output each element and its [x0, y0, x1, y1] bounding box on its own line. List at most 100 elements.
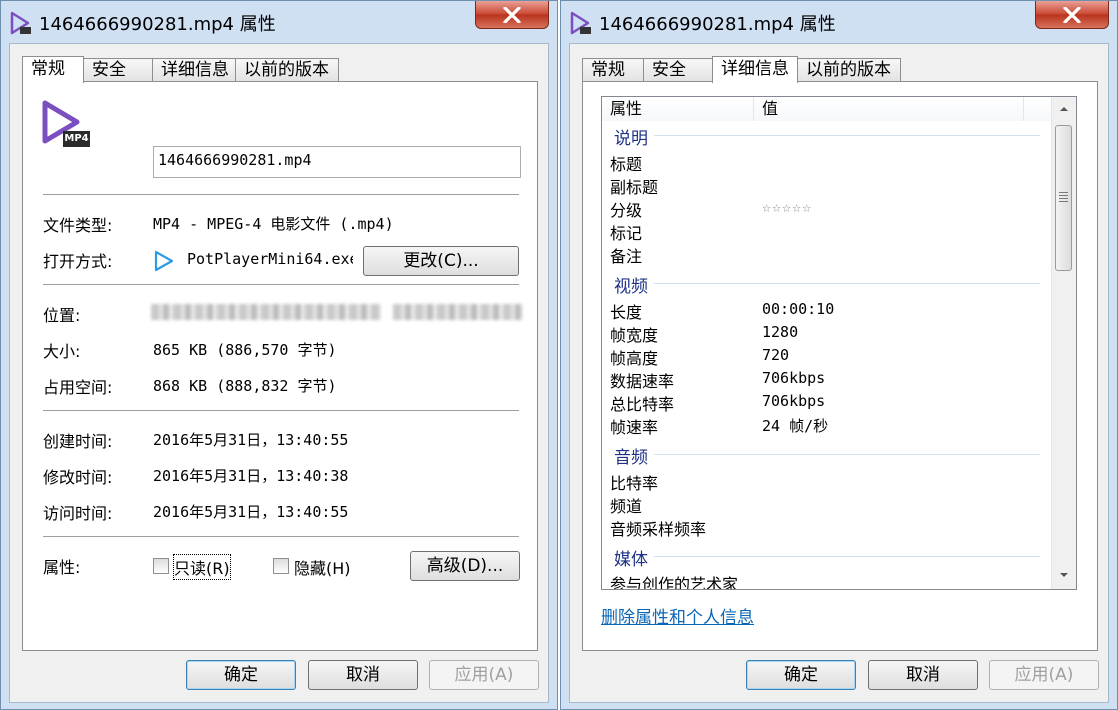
size-value: 865 KB (886,570 字节)	[153, 341, 337, 359]
opens-with-app: PotPlayerMini64.exe	[187, 249, 353, 268]
property-value: 706kbps	[762, 392, 826, 410]
file-type-label: 文件类型:	[43, 216, 113, 235]
ok-button[interactable]: 确定	[746, 660, 856, 690]
opens-with-label: 打开方式:	[43, 252, 113, 271]
hidden-label[interactable]: 隐藏(H)	[294, 555, 351, 579]
location-value-redacted	[151, 304, 381, 320]
tab-details[interactable]: 详细信息	[712, 56, 798, 83]
property-name: 分级	[610, 201, 643, 220]
size-on-disk-label: 占用空间:	[43, 378, 113, 397]
file-name-input[interactable]: 1464666990281.mp4	[153, 146, 521, 178]
created-value: 2016年5月31日，13:40:55	[153, 431, 349, 449]
tab-security[interactable]: 安全	[83, 58, 153, 82]
group-divider	[654, 283, 1040, 284]
group-divider	[654, 454, 1040, 455]
properties-dialog-details: 1464666990281.mp4 属性 常规 安全 详细信息 以前的版本 属性…	[560, 0, 1118, 710]
size-label: 大小:	[43, 342, 81, 361]
title-bar[interactable]: 1464666990281.mp4 属性	[561, 1, 1117, 41]
video-file-icon	[10, 11, 31, 35]
close-button[interactable]	[1035, 1, 1109, 29]
property-name: 比特率	[610, 474, 659, 493]
column-header-value[interactable]: 值	[754, 97, 1024, 121]
video-file-icon	[570, 11, 591, 35]
details-tab-panel: 属性 值 说明 标题 副标题 分级 ☆☆☆☆☆ 标记 备注 视频 长度 00:0…	[582, 81, 1098, 651]
group-header-video: 视频	[614, 277, 648, 297]
remove-properties-link[interactable]: 删除属性和个人信息	[601, 603, 754, 628]
dialog-title: 1464666990281.mp4 属性	[599, 14, 836, 35]
property-name: 帧宽度	[610, 326, 659, 345]
size-on-disk-value: 868 KB (888,832 字节)	[153, 377, 337, 395]
hidden-checkbox[interactable]	[273, 558, 289, 574]
mp4-file-icon: MP4	[41, 100, 91, 148]
cancel-button[interactable]: 取消	[308, 660, 418, 690]
property-name: 长度	[610, 303, 643, 322]
tab-security[interactable]: 安全	[643, 58, 713, 82]
advanced-button[interactable]: 高级(D)...	[410, 551, 520, 581]
modified-value: 2016年5月31日，13:40:38	[153, 467, 349, 485]
readonly-checkbox[interactable]	[153, 558, 169, 574]
property-value: 706kbps	[762, 369, 826, 387]
group-divider	[654, 556, 1040, 557]
tab-details[interactable]: 详细信息	[152, 58, 236, 82]
property-name: 副标题	[610, 178, 659, 197]
property-name: 音频采样频率	[610, 520, 707, 539]
vertical-scrollbar[interactable]	[1051, 97, 1076, 589]
column-header-spacer	[1024, 97, 1054, 121]
accessed-value: 2016年5月31日，13:40:55	[153, 503, 349, 521]
tab-previous-versions[interactable]: 以前的版本	[797, 58, 901, 82]
divider	[43, 410, 519, 411]
details-property-list[interactable]: 属性 值 说明 标题 副标题 分级 ☆☆☆☆☆ 标记 备注 视频 长度 00:0…	[601, 96, 1077, 590]
modified-label: 修改时间:	[43, 468, 113, 487]
divider	[43, 194, 519, 195]
accessed-label: 访问时间:	[43, 504, 113, 523]
rating-stars[interactable]: ☆☆☆☆☆	[762, 198, 812, 216]
attributes-label: 属性:	[43, 558, 81, 577]
property-name: 标记	[610, 224, 643, 243]
created-label: 创建时间:	[43, 432, 113, 451]
scroll-up-arrow-icon[interactable]	[1058, 105, 1070, 113]
tab-general[interactable]: 常规	[22, 56, 84, 83]
tab-previous-versions[interactable]: 以前的版本	[235, 58, 339, 82]
apply-button[interactable]: 应用(A)	[989, 660, 1099, 690]
group-header-description: 说明	[614, 129, 648, 149]
divider	[43, 284, 519, 285]
readonly-label[interactable]: 只读(R)	[173, 554, 231, 580]
property-name: 帧高度	[610, 349, 659, 368]
dialog-client-area: 常规 安全 详细信息 以前的版本 MP4 1464666990281.mp4 文…	[9, 43, 549, 703]
property-value: 1280	[762, 323, 799, 341]
group-divider	[654, 135, 1040, 136]
grip-icon	[1059, 192, 1068, 193]
close-icon	[1063, 7, 1081, 23]
change-program-button[interactable]: 更改(C)...	[363, 246, 519, 276]
property-name: 总比特率	[610, 395, 675, 414]
property-name: 备注	[610, 247, 643, 266]
title-bar[interactable]: 1464666990281.mp4 属性	[1, 1, 557, 41]
apply-button[interactable]: 应用(A)	[429, 660, 539, 690]
scrollbar-thumb[interactable]	[1055, 125, 1072, 271]
file-type-value: MP4 - MPEG-4 电影文件 (.mp4)	[153, 215, 394, 233]
column-header-property[interactable]: 属性	[602, 97, 754, 121]
property-value: 00:00:10	[762, 300, 835, 318]
location-label: 位置:	[43, 306, 81, 325]
general-tab-panel: MP4 1464666990281.mp4 文件类型: MP4 - MPEG-4…	[22, 81, 538, 651]
group-header-audio: 音频	[614, 448, 648, 468]
property-name: 标题	[610, 155, 643, 174]
opens-with-value: PotPlayerMini64.exe	[187, 250, 353, 268]
potplayer-icon	[154, 250, 174, 272]
property-name: 帧速率	[610, 418, 659, 437]
property-name: 参与创作的艺术家	[610, 575, 739, 590]
ok-button[interactable]: 确定	[186, 660, 296, 690]
property-name: 数据速率	[610, 372, 675, 391]
divider	[43, 536, 519, 537]
scroll-down-arrow-icon[interactable]	[1058, 571, 1070, 579]
mp4-icon-caption: MP4	[64, 133, 89, 144]
cancel-button[interactable]: 取消	[868, 660, 978, 690]
property-value: 720	[762, 346, 790, 364]
close-button[interactable]	[475, 1, 549, 29]
property-value: 24 帧/秒	[762, 417, 829, 435]
close-icon	[503, 7, 521, 23]
group-header-media: 媒体	[614, 550, 648, 570]
property-name: 频道	[610, 497, 643, 516]
properties-dialog-general: 1464666990281.mp4 属性 常规 安全 详细信息 以前的版本 MP…	[0, 0, 558, 710]
tab-general[interactable]: 常规	[582, 58, 644, 82]
